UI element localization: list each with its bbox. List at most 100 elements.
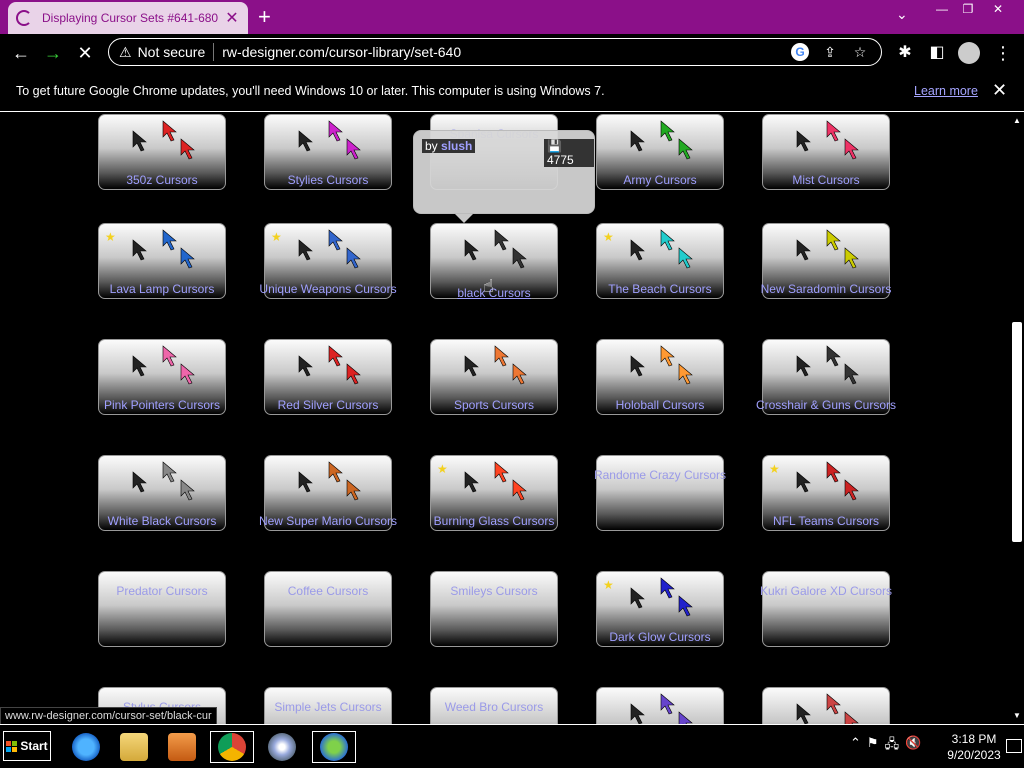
cursor-set-link[interactable]: Simple Jets Cursors bbox=[253, 699, 403, 715]
warning-triangle-icon[interactable]: ⚠ bbox=[119, 44, 132, 61]
restore-button[interactable]: ❐ bbox=[954, 0, 982, 18]
cursor-set-link[interactable]: New Super Mario Cursors bbox=[253, 513, 403, 529]
cursor-arrow-shape bbox=[826, 229, 841, 251]
cursor-arrow-shape bbox=[346, 363, 361, 385]
cursor-set-link[interactable]: Unique Weapons Cursors bbox=[253, 281, 403, 297]
show-hidden-icons-chevron-icon[interactable]: ⌃ bbox=[850, 735, 861, 757]
cursor-set-link[interactable]: New Saradomin Cursors bbox=[751, 281, 901, 297]
cursor-set-link[interactable]: Burning Glass Cursors bbox=[419, 513, 569, 529]
page-scrollbar[interactable]: ▲ ▼ bbox=[1010, 112, 1024, 724]
cursor-set-link[interactable]: Coffee Cursors bbox=[253, 583, 403, 599]
cursor-set-link[interactable]: Kukri Galore XD Cursors bbox=[751, 583, 901, 599]
not-secure-label[interactable]: Not secure bbox=[138, 44, 206, 60]
network-icon[interactable]: 🖧 bbox=[885, 735, 900, 757]
cursor-preview-icon bbox=[132, 345, 195, 385]
cursor-arrow-shape bbox=[132, 130, 147, 152]
cursor-preview-icon bbox=[630, 345, 693, 385]
clock-date: 9/20/2023 bbox=[947, 748, 1001, 762]
close-window-button[interactable]: ✕ bbox=[984, 0, 1012, 18]
cursor-arrow-shape bbox=[660, 229, 675, 251]
clock-time: 3:18 PM bbox=[951, 732, 997, 746]
cursor-set-link[interactable]: Red Silver Cursors bbox=[253, 397, 403, 413]
taskbar-explorer[interactable] bbox=[112, 731, 156, 763]
update-infobar: To get future Google Chrome updates, you… bbox=[0, 72, 1024, 112]
show-desktop-icon[interactable] bbox=[1006, 739, 1022, 753]
cursor-arrow-shape bbox=[796, 130, 811, 152]
cursor-preview-icon bbox=[630, 577, 693, 617]
tab-close-button[interactable]: ✕ bbox=[224, 8, 240, 28]
cursor-set-link[interactable]: Pink Pointers Cursors bbox=[87, 397, 237, 413]
cursor-arrow-shape bbox=[132, 355, 147, 377]
cursor-set-link[interactable]: Predator Cursors bbox=[87, 583, 237, 599]
cursor-arrow-shape bbox=[132, 239, 147, 261]
tooltip-author-link[interactable]: slush bbox=[441, 139, 472, 153]
cursor-set-link[interactable]: White Black Cursors bbox=[87, 513, 237, 529]
cursor-set-tile[interactable] bbox=[762, 687, 890, 724]
learn-more-link[interactable]: Learn more bbox=[914, 84, 978, 98]
cursor-set-tile[interactable] bbox=[596, 687, 724, 724]
cursor-arrow-shape bbox=[298, 471, 313, 493]
cursor-set-link[interactable]: black Cursors bbox=[419, 285, 569, 301]
cursor-arrow-shape bbox=[464, 239, 479, 261]
tab-active[interactable]: Displaying Cursor Sets #641-680 ✕ bbox=[8, 2, 248, 34]
cursor-arrow-shape bbox=[844, 247, 859, 269]
cursor-arrow-shape bbox=[328, 229, 343, 251]
taskbar-internet-explorer[interactable] bbox=[64, 731, 108, 763]
cursor-set-link[interactable]: 350z Cursors bbox=[87, 172, 237, 188]
side-panel-icon[interactable]: ◧ bbox=[924, 40, 950, 66]
share-icon[interactable]: ⇪ bbox=[821, 43, 839, 61]
cursor-arrow-shape bbox=[512, 479, 527, 501]
taskbar-chrome[interactable] bbox=[210, 731, 254, 763]
featured-star-icon: ★ bbox=[603, 578, 614, 592]
bookmark-star-icon[interactable]: ☆ bbox=[851, 43, 869, 61]
tooltip-by: by bbox=[425, 139, 438, 153]
cursor-set-link[interactable]: Mist Cursors bbox=[751, 172, 901, 188]
extensions-puzzle-icon[interactable]: ✱ bbox=[892, 40, 918, 66]
stop-loading-icon[interactable]: ✕ bbox=[72, 40, 98, 66]
infobar-close-button[interactable]: ✕ bbox=[992, 80, 1007, 101]
cursor-set-link[interactable]: Dark Glow Cursors bbox=[585, 629, 735, 645]
cursor-preview-icon bbox=[298, 229, 361, 269]
chrome-menu-icon[interactable]: ⋮ bbox=[990, 40, 1016, 66]
url-text[interactable]: rw-designer.com/cursor-library/set-640 bbox=[222, 44, 791, 60]
cursor-arrow-shape bbox=[162, 461, 177, 483]
back-arrow-icon[interactable]: ← bbox=[8, 40, 34, 66]
cursor-arrow-shape bbox=[328, 461, 343, 483]
cursor-set-link[interactable]: Stylies Cursors bbox=[253, 172, 403, 188]
cursor-set-link[interactable]: Smileys Cursors bbox=[419, 583, 569, 599]
cursor-set-link[interactable]: Randome Crazy Cursors bbox=[585, 467, 735, 483]
address-bar[interactable]: ⚠ Not secure rw-designer.com/cursor-libr… bbox=[108, 38, 882, 66]
cursor-set-link[interactable]: Sports Cursors bbox=[419, 397, 569, 413]
google-lens-icon[interactable]: G bbox=[791, 43, 809, 61]
scroll-down-arrow-icon[interactable]: ▼ bbox=[1013, 711, 1021, 720]
taskbar-clock[interactable]: 3:18 PM 9/20/2023 bbox=[944, 731, 1004, 763]
cursor-set-link[interactable]: Holoball Cursors bbox=[585, 397, 735, 413]
cursor-preview-icon bbox=[298, 120, 361, 160]
profile-avatar-icon[interactable] bbox=[958, 42, 980, 64]
cursor-set-link[interactable]: Lava Lamp Cursors bbox=[87, 281, 237, 297]
taskbar-media-player[interactable] bbox=[160, 731, 204, 763]
tab-search-chevron-icon[interactable]: ⌄ bbox=[896, 6, 908, 23]
start-button[interactable]: Start bbox=[3, 731, 51, 761]
cursor-arrow-shape bbox=[678, 138, 693, 160]
cursor-set-link[interactable]: Army Cursors bbox=[585, 172, 735, 188]
taskbar-dvd-maker[interactable] bbox=[260, 731, 304, 763]
forward-arrow-icon[interactable]: → bbox=[40, 40, 66, 66]
cursor-set-link[interactable]: Weed Bro Cursors bbox=[419, 699, 569, 715]
cursor-set-link[interactable]: The Beach Cursors bbox=[585, 281, 735, 297]
cursor-arrow-shape bbox=[162, 345, 177, 367]
scrollbar-thumb[interactable] bbox=[1012, 322, 1022, 542]
cursor-arrow-shape bbox=[796, 355, 811, 377]
cursor-library-grid: 350z CursorsStylies CursorsSpanisa Curso… bbox=[0, 112, 1010, 724]
cursor-preview-icon bbox=[796, 120, 859, 160]
featured-star-icon: ★ bbox=[105, 230, 116, 244]
cursor-set-link[interactable]: Crosshair & Guns Cursors bbox=[751, 397, 901, 413]
new-tab-button[interactable]: + bbox=[258, 4, 271, 30]
scroll-up-arrow-icon[interactable]: ▲ bbox=[1013, 116, 1021, 125]
featured-star-icon: ★ bbox=[603, 230, 614, 244]
minimize-button[interactable]: — bbox=[928, 0, 956, 18]
volume-muted-icon[interactable]: 🔇 bbox=[905, 735, 921, 757]
taskbar-download-manager[interactable] bbox=[312, 731, 356, 763]
action-center-flag-icon[interactable]: ⚑ bbox=[867, 735, 879, 757]
cursor-set-link[interactable]: NFL Teams Cursors bbox=[751, 513, 901, 529]
